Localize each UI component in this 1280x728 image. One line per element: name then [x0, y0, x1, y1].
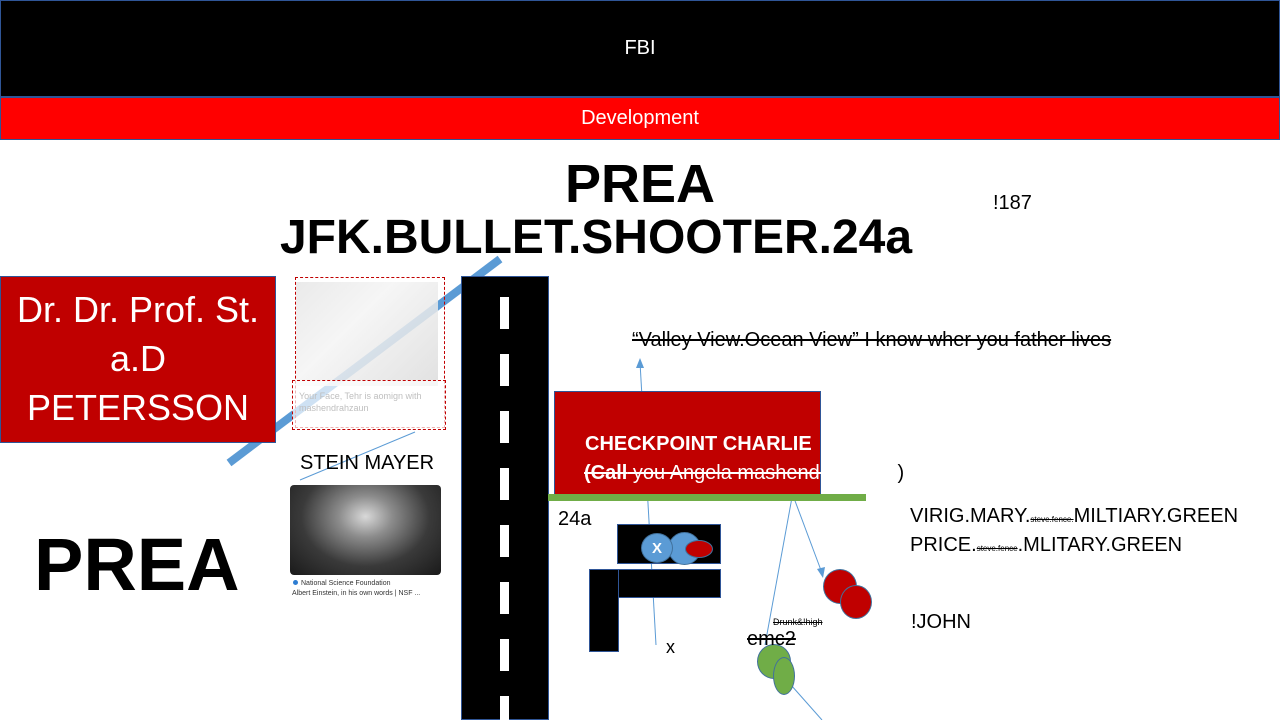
header-title: FBI	[624, 37, 656, 59]
valley-text: “Valley View.Ocean View” I know wher you…	[632, 329, 1112, 351]
stein-label: STEIN MAYER	[300, 452, 435, 474]
subheader-title: Development	[581, 107, 699, 129]
call-word: (Call	[584, 462, 628, 484]
john-label: !JOHN	[911, 611, 971, 633]
close-paren: )	[897, 462, 905, 484]
road-dash	[500, 525, 509, 557]
price-a: PRICE.	[910, 534, 977, 556]
road-dash	[500, 639, 509, 671]
angela-text: you Angela mashendrahtzaun	[627, 462, 898, 484]
road-dash	[500, 411, 509, 443]
virig-line: VIRIG.MARY.steve.fence.MILTIARY.GREEN	[910, 505, 1238, 528]
name-line-2: a.D	[109, 338, 167, 379]
green-line	[548, 494, 866, 501]
name-box: Dr. Dr. Prof. St. a.D PETERSSON	[0, 276, 276, 443]
einstein-photo	[290, 485, 441, 575]
virig-a: VIRIG.MARY.	[910, 505, 1031, 527]
red-circle	[840, 585, 872, 619]
arrow-red-head	[817, 567, 825, 578]
ghost-caption: Your Face, Tehr is aomign with mashendra…	[299, 391, 422, 413]
headline-main: PREA	[564, 154, 716, 214]
subheader-bar: Development	[0, 97, 1280, 140]
virig-b: MILTIARY.GREEN	[1073, 505, 1239, 527]
road-dash	[500, 354, 509, 386]
name-line-1: Dr. Dr. Prof. St.	[16, 289, 260, 330]
road-dash	[500, 468, 509, 500]
road-dash	[500, 297, 509, 329]
green-ellipse	[773, 657, 795, 695]
emc2-label: emc2	[747, 628, 796, 650]
source-dot-icon	[293, 580, 298, 585]
red-ellipse	[685, 540, 713, 558]
virig-small: steve.fence.	[1030, 515, 1074, 524]
blue-x-circle: X	[641, 533, 673, 563]
tag-187: !187	[993, 192, 1032, 214]
name-line-3: PETERSSON	[26, 387, 250, 428]
photo-source-text: National Science Foundation	[301, 580, 391, 587]
road-dash	[500, 582, 509, 614]
bundeweh-label: Bundeweh	[638, 570, 676, 579]
photo-caption: Albert Einstein, in his own words | NSF …	[292, 590, 421, 597]
arrow-bottom-line	[790, 684, 823, 720]
road	[461, 276, 549, 728]
x-mark: x	[666, 637, 675, 657]
block-left	[589, 569, 619, 652]
photo-source: National Science Foundation	[293, 580, 391, 587]
drunk-label: Drunk&!high	[773, 617, 823, 627]
header-bar: FBI	[0, 0, 1280, 97]
big-prea-label: PREA	[34, 523, 240, 606]
checkpoint-title: CHECKPOINT CHARLIE	[585, 433, 812, 455]
headline-sub: JFK.BULLET.SHOOTER.24a	[279, 211, 913, 264]
checkpoint-call-line: (Call you Angela mashendrahtzaun)	[584, 462, 904, 485]
price-line: PRICE.steve.fence.MLITARY.GREEN	[910, 534, 1182, 557]
road-dash	[500, 696, 509, 728]
arrow-up-head	[636, 358, 644, 368]
label-24a: 24a	[558, 508, 592, 530]
price-b: .MLITARY.GREEN	[1017, 534, 1183, 556]
x-circle-label: X	[651, 539, 662, 557]
price-small: steve.fence	[976, 544, 1018, 553]
